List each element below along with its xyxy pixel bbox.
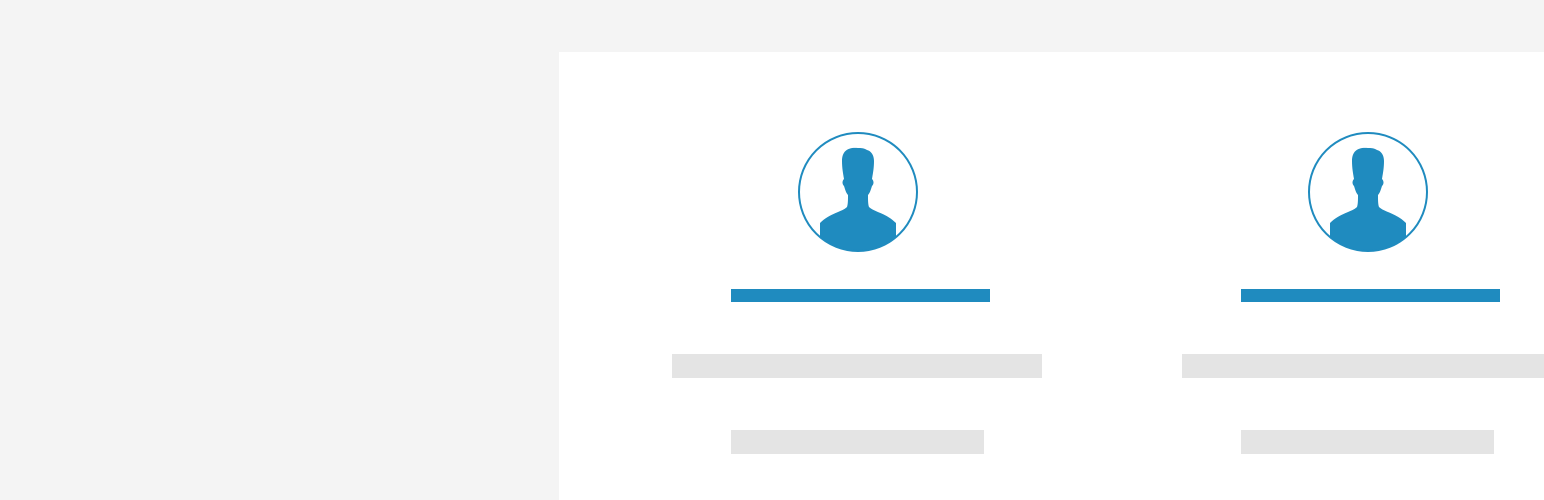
profile-card xyxy=(559,52,1069,500)
text-placeholder-line xyxy=(731,430,984,454)
text-placeholder-line xyxy=(1241,430,1494,454)
name-placeholder-bar xyxy=(1241,289,1500,302)
user-silhouette-icon xyxy=(797,131,919,253)
profile-card xyxy=(1069,52,1544,500)
name-placeholder-bar xyxy=(731,289,990,302)
text-placeholder-line xyxy=(1182,354,1544,378)
profile-cards-panel xyxy=(559,52,1544,500)
user-silhouette-icon xyxy=(1307,131,1429,253)
text-placeholder-line xyxy=(672,354,1042,378)
